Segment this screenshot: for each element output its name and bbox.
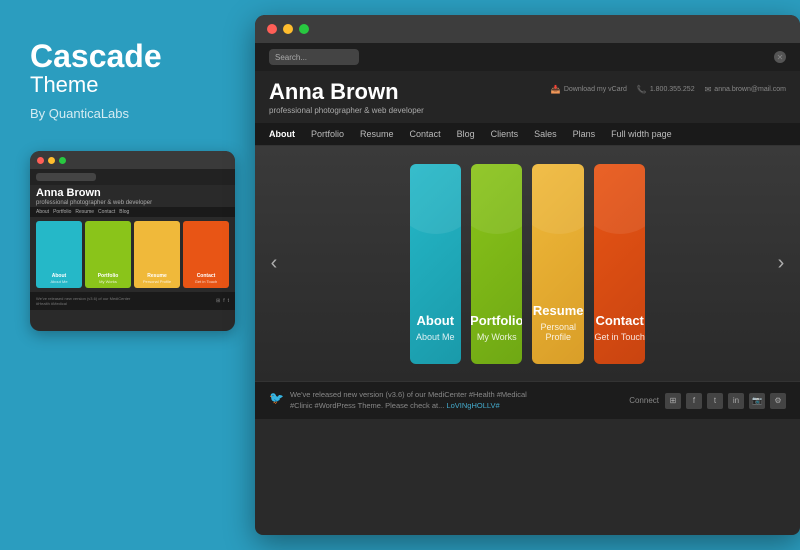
large-dot-yellow xyxy=(283,24,293,34)
hero-card-resume-sub: Personal Profile xyxy=(532,322,583,342)
tweet-content: We've released new version (v3.6) of our… xyxy=(290,390,550,411)
connect-label: Connect xyxy=(629,396,659,405)
footer-tweet: 🐦 We've released new version (v3.6) of o… xyxy=(269,390,629,411)
hero-card-about-sub: About Me xyxy=(416,332,455,342)
hero-card-portfolio-sub: My Works xyxy=(477,332,517,342)
small-card-contact-sub: Get in Touch xyxy=(195,279,217,284)
site-footer: 🐦 We've released new version (v3.6) of o… xyxy=(255,381,800,419)
social-settings[interactable]: ⚙ xyxy=(770,393,786,409)
phone-icon: 📞 xyxy=(637,85,647,94)
social-instagram[interactable]: 📷 xyxy=(749,393,765,409)
theme-subtitle: Theme xyxy=(30,72,215,98)
email-icon: ✉ xyxy=(705,85,712,94)
large-preview-window: Search... ✕ Anna Brown professional phot… xyxy=(255,15,800,535)
small-site-header xyxy=(30,169,235,185)
vcard-text: Download my vCard xyxy=(564,86,627,93)
profile-meta-phone: 📞 1.800.355.252 xyxy=(637,85,695,94)
profile-meta-email: ✉ anna.brown@mail.com xyxy=(705,85,786,94)
social-rss[interactable]: ⊞ xyxy=(665,393,681,409)
small-social-f: f xyxy=(223,298,224,304)
small-dot-green xyxy=(59,157,66,164)
small-nav-portfolio: Portfolio xyxy=(53,209,71,215)
nav-item-portfolio[interactable]: Portfolio xyxy=(311,129,344,139)
profile-left: Anna Brown professional photographer & w… xyxy=(269,79,424,115)
small-footer: We've released new version (v3.6) of our… xyxy=(30,292,235,310)
small-card-resume-sub: Personal Profile xyxy=(143,279,171,284)
nav-item-plans[interactable]: Plans xyxy=(573,129,596,139)
small-nav: About Portfolio Resume Contact Blog xyxy=(30,207,235,217)
large-address-bar-row: Search... ✕ xyxy=(255,43,800,71)
hero-card-portfolio-label: Portfolio xyxy=(471,313,522,328)
hero-card-contact[interactable]: Contact Get in Touch xyxy=(594,164,645,364)
small-card-resume: Resume Personal Profile xyxy=(134,221,180,288)
hero-card-about[interactable]: About About Me xyxy=(410,164,461,364)
prev-arrow[interactable]: ‹ xyxy=(260,250,288,278)
large-dot-green xyxy=(299,24,309,34)
small-social-rss: ⊞ xyxy=(216,298,220,304)
profile-right: 📥 Download my vCard 📞 1.800.355.252 ✉ an… xyxy=(551,85,786,94)
nav-item-sales[interactable]: Sales xyxy=(534,129,557,139)
hero-cards: About About Me Portfolio My Works Resume… xyxy=(370,164,686,364)
nav-item-contact[interactable]: Contact xyxy=(410,129,441,139)
nav-item-blog[interactable]: Blog xyxy=(457,129,475,139)
profile-bar: Anna Brown professional photographer & w… xyxy=(255,71,800,123)
small-nav-blog: Blog xyxy=(119,209,129,215)
nav-item-clients[interactable]: Clients xyxy=(491,129,519,139)
small-search-bar xyxy=(36,173,96,181)
social-icons: ⊞ f t in 📷 ⚙ xyxy=(665,393,786,409)
small-card-portfolio-sub: My Works xyxy=(99,279,117,284)
address-bar[interactable]: Search... xyxy=(269,49,359,65)
site-name: Anna Brown xyxy=(269,79,424,105)
small-cards: About About Me Portfolio My Works Resume… xyxy=(30,217,235,292)
small-nav-contact: Contact xyxy=(98,209,115,215)
small-footer-social: ⊞ f t xyxy=(216,298,229,304)
small-site-desc: professional photographer & web develope… xyxy=(30,199,235,207)
small-social-t: t xyxy=(228,298,229,304)
hero-card-about-label: About xyxy=(417,313,455,328)
site-nav: About Portfolio Resume Contact Blog Clie… xyxy=(255,123,800,146)
theme-by: By QuanticaLabs xyxy=(30,106,215,121)
small-card-portfolio: Portfolio My Works xyxy=(85,221,131,288)
email-text: anna.brown@mail.com xyxy=(714,86,786,93)
tweet-link[interactable]: LoVINgHOLLV# xyxy=(446,401,499,410)
small-win-bar xyxy=(30,151,235,169)
hero-section: ‹ About About Me Portfolio My Works Resu… xyxy=(255,146,800,381)
small-site-name: Anna Brown xyxy=(30,185,235,199)
social-twitter[interactable]: t xyxy=(707,393,723,409)
vcard-icon: 📥 xyxy=(551,85,561,94)
small-dot-red xyxy=(37,157,44,164)
small-preview-window: Anna Brown professional photographer & w… xyxy=(30,151,235,331)
hero-card-contact-label: Contact xyxy=(595,313,643,328)
hero-card-resume-label: Resume xyxy=(533,303,584,318)
small-card-about: About About Me xyxy=(36,221,82,288)
nav-item-about[interactable]: About xyxy=(269,129,295,139)
left-panel: Cascade Theme By QuanticaLabs Anna Brown… xyxy=(0,0,245,550)
large-dot-red xyxy=(267,24,277,34)
nav-item-resume[interactable]: Resume xyxy=(360,129,394,139)
hero-card-contact-sub: Get in Touch xyxy=(595,332,645,342)
social-facebook[interactable]: f xyxy=(686,393,702,409)
profile-meta-vcard: 📥 Download my vCard xyxy=(551,85,627,94)
small-card-contact: Contact Get in Touch xyxy=(183,221,229,288)
next-arrow[interactable]: › xyxy=(767,250,795,278)
social-linkedin[interactable]: in xyxy=(728,393,744,409)
nav-item-fullwidth[interactable]: Full width page xyxy=(611,129,672,139)
footer-connect: Connect ⊞ f t in 📷 ⚙ xyxy=(629,393,786,409)
small-dot-yellow xyxy=(48,157,55,164)
small-tweet-text: We've released new version (v3.6) of our… xyxy=(36,296,136,306)
small-nav-resume: Resume xyxy=(75,209,94,215)
close-button[interactable]: ✕ xyxy=(774,51,786,63)
site-desc: professional photographer & web develope… xyxy=(269,106,424,115)
small-nav-about: About xyxy=(36,209,49,215)
small-card-about-sub: About Me xyxy=(50,279,67,284)
hero-card-portfolio[interactable]: Portfolio My Works xyxy=(471,164,522,364)
hero-card-resume[interactable]: Resume Personal Profile xyxy=(532,164,583,364)
twitter-bird-icon: 🐦 xyxy=(269,391,284,405)
large-win-bar xyxy=(255,15,800,43)
theme-title: Cascade xyxy=(30,40,215,72)
phone-text: 1.800.355.252 xyxy=(650,86,695,93)
address-text: Search... xyxy=(275,53,307,62)
